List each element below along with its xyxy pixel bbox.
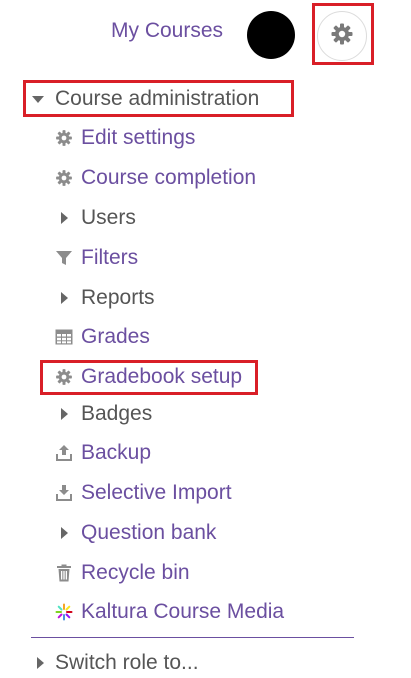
menu-item-label: Kaltura Course Media — [81, 600, 285, 623]
menu-item-edit-settings[interactable]: Edit settings — [53, 125, 195, 151]
download-icon — [53, 482, 75, 504]
menu-item-label: Course completion — [81, 166, 257, 189]
gear-icon — [330, 22, 354, 51]
menu-item-label: Selective Import — [81, 481, 232, 504]
menu-item-label: Users — [81, 206, 136, 229]
gear-icon — [53, 167, 75, 189]
gear-icon — [53, 127, 75, 149]
settings-menu-button[interactable] — [317, 11, 367, 61]
menu-item-label: Question bank — [81, 521, 217, 544]
switch-role-label: Switch role to... — [55, 651, 199, 674]
caret-right-icon — [53, 207, 75, 229]
menu-item-label: Grades — [81, 325, 150, 348]
course-administration-node[interactable]: Course administration — [31, 86, 259, 112]
menu-item-label: Backup — [81, 441, 152, 464]
trash-icon — [53, 562, 75, 584]
kaltura-icon — [53, 601, 75, 623]
caret-down-icon — [31, 94, 49, 104]
menu-item-badges[interactable]: Badges — [53, 401, 152, 427]
menu-item-users[interactable]: Users — [53, 205, 136, 231]
menu-item-label: Badges — [81, 402, 153, 425]
menu-item-recycle-bin[interactable]: Recycle bin — [53, 560, 190, 586]
caret-right-icon — [53, 522, 75, 544]
course-administration-label: Course administration — [55, 87, 260, 110]
menu-item-kaltura-course-media[interactable]: Kaltura Course Media — [53, 599, 284, 625]
menu-item-label: Gradebook setup — [81, 365, 243, 388]
menu-item-grades[interactable]: Grades — [53, 324, 150, 350]
upload-icon — [53, 442, 75, 464]
menu-item-label: Edit settings — [81, 126, 196, 149]
caret-right-icon — [31, 652, 49, 674]
caret-right-icon — [53, 287, 75, 309]
menu-item-label: Reports — [81, 286, 155, 309]
switch-role-node[interactable]: Switch role to... — [31, 650, 199, 676]
avatar[interactable] — [247, 11, 295, 59]
menu-item-course-completion[interactable]: Course completion — [53, 165, 256, 191]
menu-item-backup[interactable]: Backup — [53, 440, 151, 466]
menu-item-reports[interactable]: Reports — [53, 285, 155, 311]
menu-item-selective-import[interactable]: Selective Import — [53, 480, 232, 506]
divider — [31, 637, 354, 638]
menu-item-question-bank[interactable]: Question bank — [53, 520, 216, 546]
menu-item-gradebook-setup[interactable]: Gradebook setup — [53, 364, 242, 390]
caret-right-icon — [53, 403, 75, 425]
gear-icon — [53, 366, 75, 388]
filter-icon — [53, 247, 75, 269]
menu-item-label: Recycle bin — [81, 561, 190, 584]
menu-item-filters[interactable]: Filters — [53, 245, 138, 271]
menu-item-label: Filters — [81, 246, 139, 269]
my-courses-link[interactable]: My Courses — [111, 19, 223, 43]
table-icon — [53, 326, 75, 348]
